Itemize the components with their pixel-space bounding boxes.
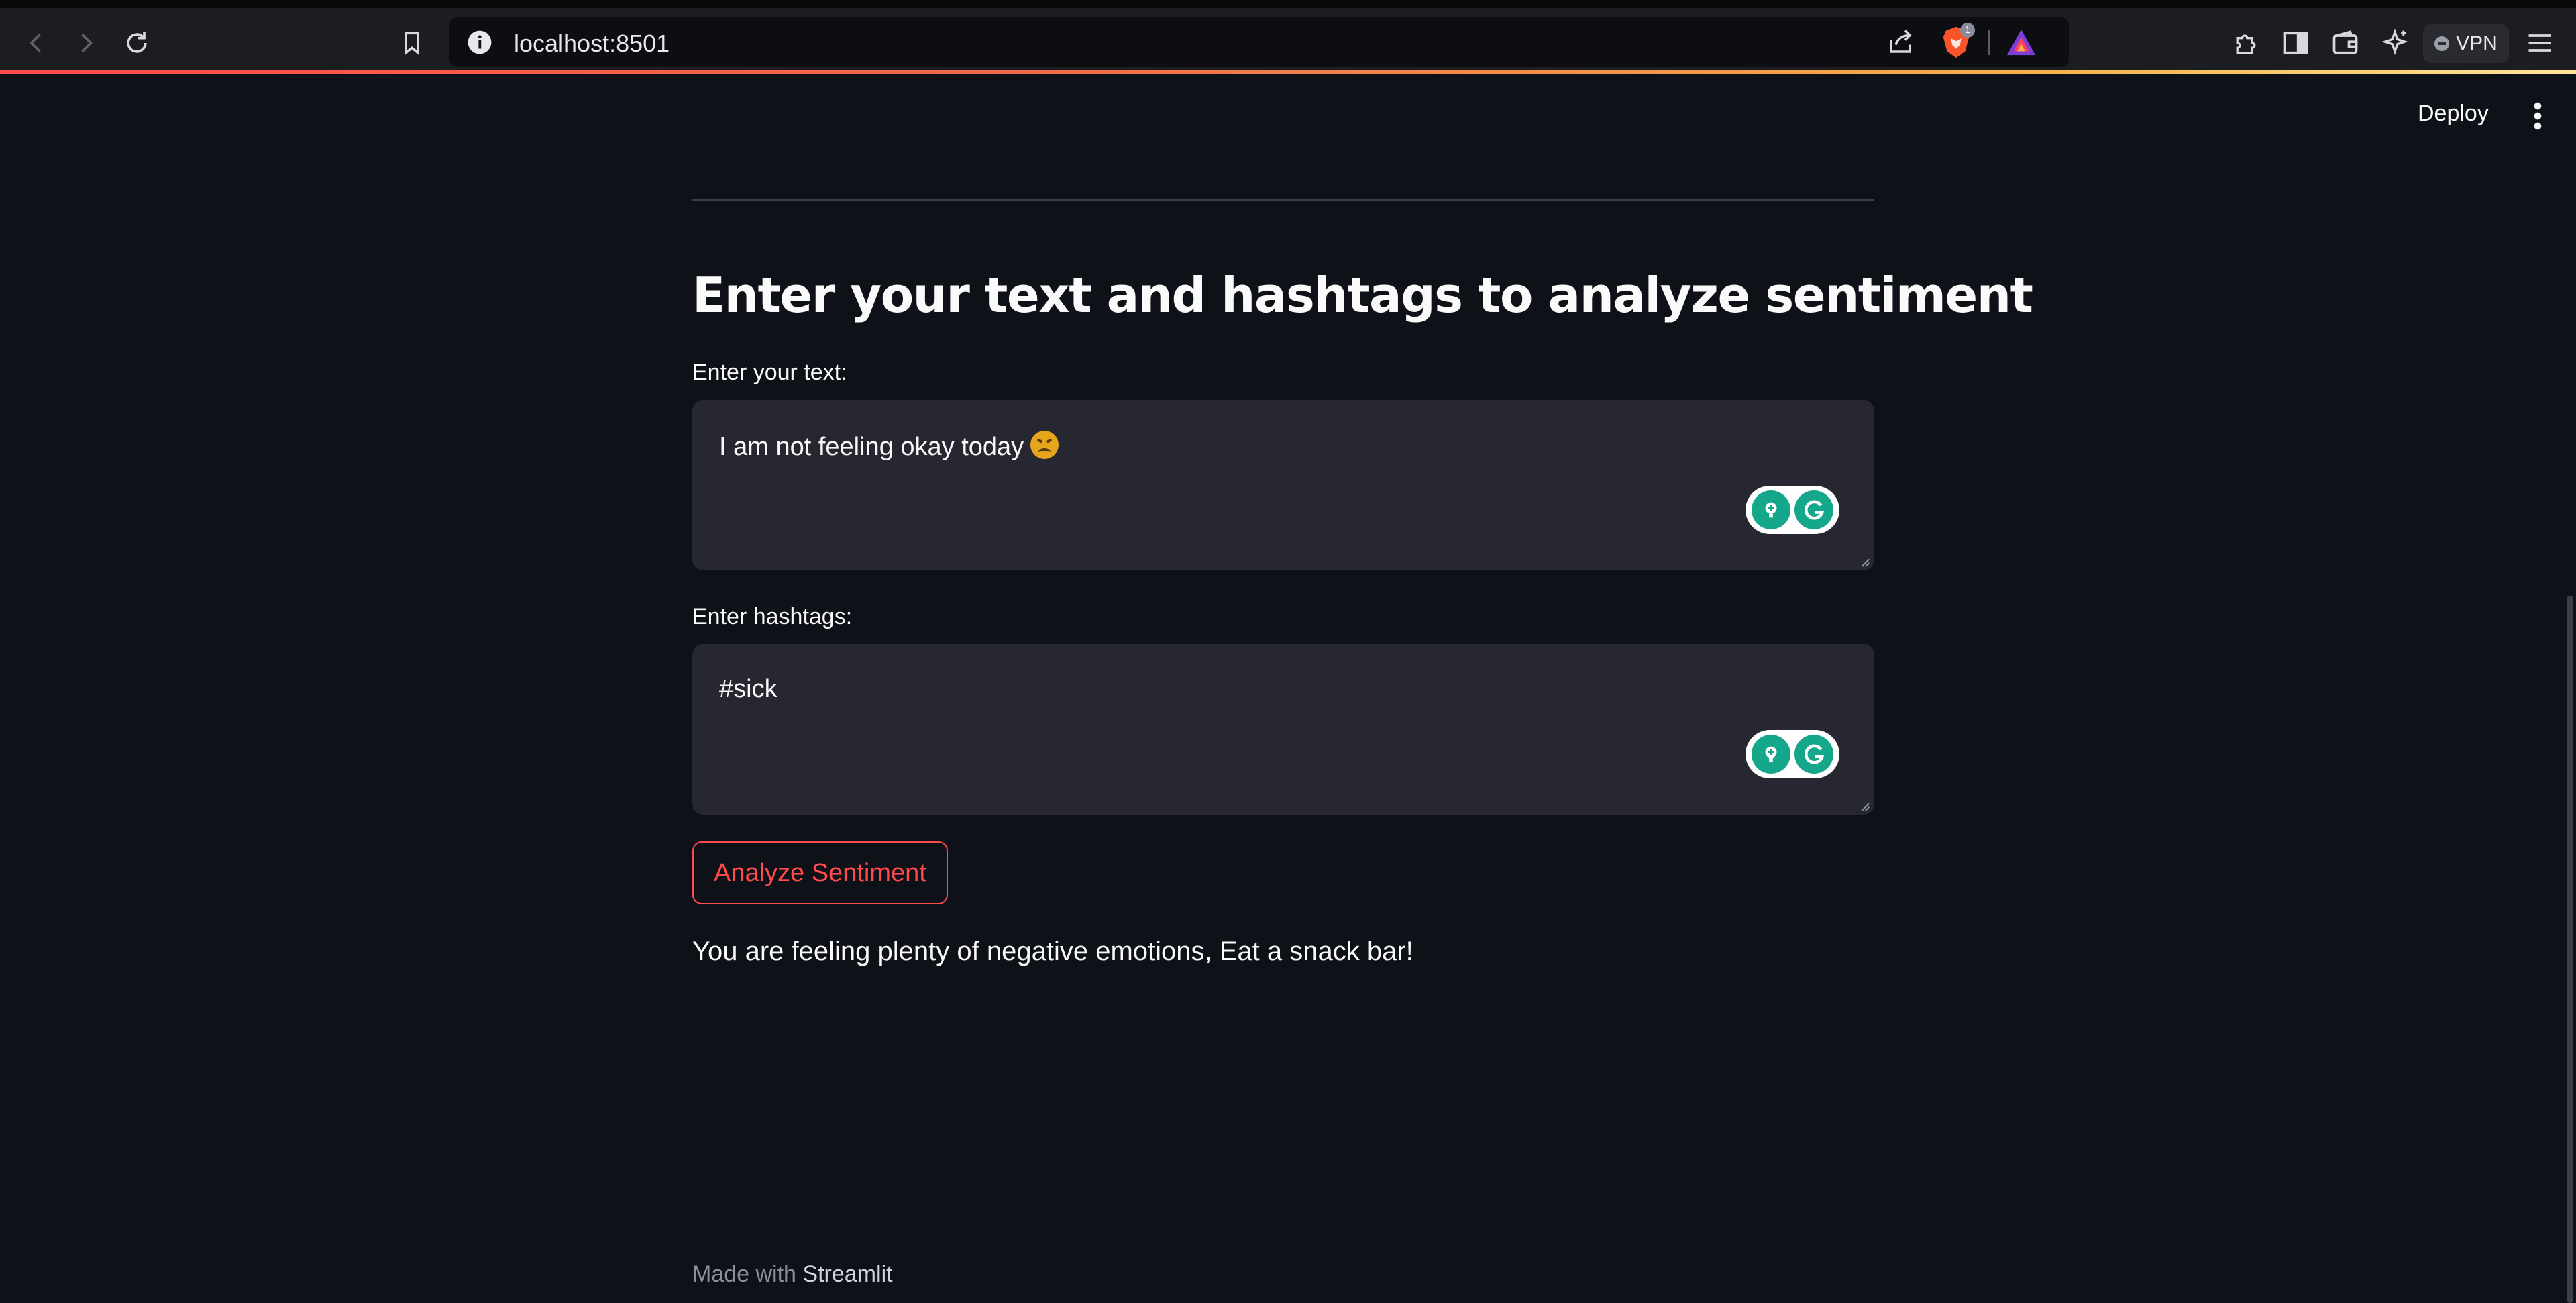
hamburger-icon: [2528, 34, 2551, 52]
sparkle-icon: [2381, 28, 2408, 56]
grammarly-widget-2[interactable]: [1746, 730, 1839, 778]
url-text[interactable]: localhost:8501: [514, 30, 669, 58]
wallet-icon: [2332, 30, 2358, 54]
chevron-left-icon: [30, 33, 41, 53]
extensions-button[interactable]: [2226, 23, 2266, 63]
browser-toolbar: localhost:8501 1 VPN: [0, 0, 2576, 74]
shields-badge: 1: [1960, 23, 1975, 38]
vpn-button[interactable]: VPN: [2423, 24, 2509, 63]
brave-rewards-icon[interactable]: [2004, 27, 2038, 58]
text-input[interactable]: I am not feeling okay today: [692, 400, 1874, 570]
grammarly-icon[interactable]: [1794, 490, 1833, 529]
resize-handle-icon[interactable]: [1858, 556, 1870, 568]
grammarly-icon[interactable]: [1794, 735, 1833, 774]
browser-menu-button[interactable]: [2520, 23, 2560, 63]
divider: [692, 199, 1874, 201]
hashtag-input[interactable]: #sick: [692, 644, 1874, 815]
page-title: Enter your text and hashtags to analyze …: [692, 267, 2033, 323]
site-info-icon[interactable]: [467, 30, 492, 55]
puzzle-icon: [2236, 34, 2256, 54]
main-menu-icon[interactable]: [2528, 99, 2548, 133]
scrollbar-thumb[interactable]: [2567, 596, 2573, 1303]
streamlit-top-decoration: [0, 70, 2576, 74]
address-bar[interactable]: localhost:8501 1: [449, 17, 2069, 67]
chevron-right-icon: [81, 33, 93, 53]
toolbar-separator: [1988, 30, 1990, 55]
hashtag-input-value: #sick: [719, 675, 777, 703]
analyze-sentiment-button[interactable]: Analyze Sentiment: [692, 841, 948, 904]
hashtag-field-label: Enter hashtags:: [692, 604, 853, 629]
sidebar-toggle-button[interactable]: [2275, 23, 2316, 63]
bookmark-icon: [405, 32, 419, 56]
lightbulb-icon[interactable]: [1752, 490, 1790, 529]
sentiment-result: You are feeling plenty of negative emoti…: [692, 937, 1413, 966]
footer-prefix: Made with: [692, 1261, 796, 1287]
streamlit-link[interactable]: Streamlit: [802, 1261, 892, 1287]
footer: Made with Streamlit: [692, 1261, 893, 1288]
text-input-value: I am not feeling okay today: [719, 433, 1024, 461]
sidebar-icon: [2283, 32, 2308, 54]
back-button[interactable]: [16, 23, 56, 63]
leo-ai-button[interactable]: [2375, 23, 2415, 63]
share-icon[interactable]: [1886, 28, 1915, 56]
lightbulb-icon[interactable]: [1752, 735, 1790, 774]
reload-icon: [127, 32, 147, 53]
wallet-button[interactable]: [2325, 23, 2365, 63]
vpn-status-icon: [2434, 36, 2450, 51]
deploy-button[interactable]: Deploy: [2408, 98, 2498, 129]
vpn-label: VPN: [2456, 32, 2498, 54]
reload-button[interactable]: [117, 23, 157, 63]
grammarly-widget[interactable]: [1746, 486, 1839, 534]
resize-handle-icon[interactable]: [1858, 800, 1870, 812]
text-field-label: Enter your text:: [692, 360, 847, 385]
tired-face-emoji: [1030, 431, 1059, 459]
forward-button[interactable]: [66, 23, 106, 63]
bookmark-button[interactable]: [392, 23, 432, 63]
